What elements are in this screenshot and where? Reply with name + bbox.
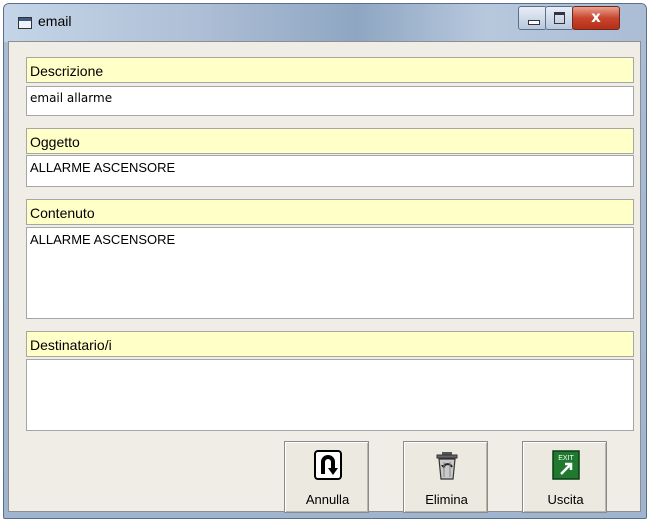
trash-icon [436, 452, 458, 480]
elimina-button[interactable]: Elimina [403, 441, 488, 513]
oggetto-label: Oggetto [26, 128, 634, 154]
contenuto-field[interactable]: ALLARME ASCENSORE [26, 227, 634, 319]
destinatari-field[interactable] [26, 359, 634, 431]
title-bar[interactable]: email x [4, 4, 646, 42]
oggetto-field[interactable]: ALLARME ASCENSORE [26, 155, 634, 187]
maximize-button[interactable] [545, 6, 574, 30]
uscita-label: Uscita [547, 492, 584, 507]
descrizione-field[interactable]: email allarme [26, 86, 634, 116]
elimina-label: Elimina [425, 492, 468, 507]
close-icon: x [591, 8, 601, 26]
exit-icon-text: EXIT [558, 455, 574, 462]
contenuto-label: Contenuto [26, 199, 634, 225]
maximize-icon [554, 12, 565, 24]
window-icon [18, 17, 32, 29]
annulla-button[interactable]: Annulla [284, 441, 369, 513]
annulla-label: Annulla [305, 492, 350, 507]
u-turn-icon [314, 450, 342, 480]
window-title: email [38, 13, 72, 29]
uscita-button[interactable]: EXIT Uscita [522, 441, 607, 513]
descrizione-label: Descrizione [26, 57, 634, 83]
destinatari-label: Destinatario/i [26, 331, 634, 357]
exit-icon: EXIT [552, 450, 580, 480]
minimize-button[interactable] [518, 6, 547, 30]
minimize-icon [528, 20, 540, 25]
close-button[interactable]: x [572, 6, 620, 30]
